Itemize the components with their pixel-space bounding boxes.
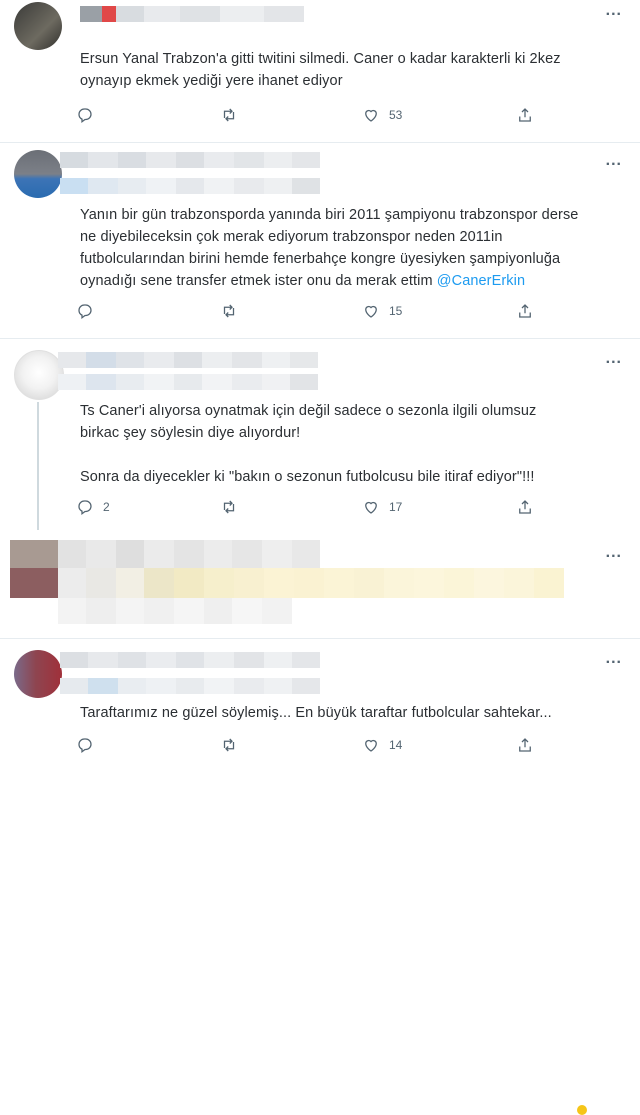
tweet-actions: 15 bbox=[76, 302, 556, 324]
reply-button[interactable]: 2 bbox=[76, 498, 110, 516]
tweet-text-segment: oynadığı sene transfer etmek ister onu d… bbox=[80, 273, 437, 289]
retweet-button[interactable] bbox=[220, 498, 247, 516]
tweet-actions: 14 bbox=[76, 736, 556, 758]
reply-count: 2 bbox=[103, 500, 110, 514]
tweet-text: Taraftarımız ne güzel söylemiş... En büy… bbox=[80, 702, 610, 724]
mention-link[interactable]: @CanerErkin bbox=[437, 273, 525, 289]
redacted-mosaic-row-3 bbox=[58, 598, 292, 624]
share-icon bbox=[519, 304, 531, 318]
share-icon bbox=[519, 500, 531, 514]
avatar[interactable] bbox=[14, 650, 62, 698]
retweet-icon bbox=[223, 500, 235, 514]
reply-icon bbox=[78, 738, 92, 754]
tweet-text-line: oynadığı sene transfer etmek ister onu d… bbox=[80, 270, 610, 292]
reply-icon bbox=[78, 304, 92, 320]
tweet-1[interactable]: ... Ersun Yanal Trabzon'a gitti twitini … bbox=[0, 0, 640, 143]
more-icon[interactable]: ... bbox=[606, 152, 622, 170]
tweet-actions: 2 17 bbox=[76, 498, 556, 520]
avatar[interactable] bbox=[14, 150, 62, 198]
tweet-text: Ersun Yanal Trabzon'a gitti twitini silm… bbox=[80, 48, 610, 92]
more-icon[interactable]: ... bbox=[606, 544, 622, 562]
author-name-blurred[interactable] bbox=[80, 6, 304, 22]
reply-button[interactable] bbox=[76, 106, 103, 124]
like-count: 15 bbox=[389, 304, 403, 318]
more-icon[interactable]: ... bbox=[606, 650, 622, 668]
avatar[interactable] bbox=[14, 350, 64, 400]
tweet-text-line: Yanın bir gün trabzonsporda yanında biri… bbox=[80, 207, 579, 223]
author-handle-blurred[interactable] bbox=[60, 678, 320, 694]
tweet-text: Yanın bir gün trabzonsporda yanında biri… bbox=[80, 204, 610, 292]
like-button[interactable]: 53 bbox=[362, 106, 402, 124]
share-button[interactable] bbox=[516, 302, 534, 320]
tweet-3[interactable]: ... Ts Caner'i alıyorsa oynatmak için de… bbox=[0, 338, 640, 530]
like-icon bbox=[365, 305, 377, 318]
more-icon[interactable]: ... bbox=[606, 350, 622, 368]
share-button[interactable] bbox=[516, 106, 534, 124]
reply-icon bbox=[78, 108, 92, 124]
retweet-button[interactable] bbox=[220, 736, 247, 754]
tweet-2[interactable]: ... Yanın bir gün trabzonsporda yanında … bbox=[0, 142, 640, 339]
like-button[interactable]: 15 bbox=[362, 302, 402, 320]
like-button[interactable]: 14 bbox=[362, 736, 402, 754]
redacted-mosaic-row-1 bbox=[10, 540, 320, 568]
author-name-blurred[interactable] bbox=[60, 652, 320, 668]
like-count: 14 bbox=[389, 738, 403, 752]
like-count: 17 bbox=[389, 500, 403, 514]
avatar[interactable] bbox=[14, 2, 62, 50]
share-button[interactable] bbox=[516, 498, 534, 516]
tweet-text-line: ne diyebileceksin çok merak ediyorum tra… bbox=[80, 229, 503, 245]
tweet-actions: 53 bbox=[76, 106, 556, 128]
tweet-text-line: birkac şey söylesin diye alıyordur! bbox=[80, 425, 301, 441]
share-icon bbox=[519, 108, 531, 122]
share-icon bbox=[519, 738, 531, 752]
like-icon bbox=[365, 739, 377, 752]
tweet-text: Ts Caner'i alıyorsa oynatmak için değil … bbox=[80, 400, 610, 488]
author-name-blurred[interactable] bbox=[58, 352, 318, 368]
tweet-text-line: futbolcularından birini hemde fenerbahçe… bbox=[80, 251, 561, 267]
retweet-icon bbox=[223, 304, 235, 318]
tweet-text-line: oynayıp ekmek yediği yere ihanet ediyor bbox=[80, 73, 343, 89]
retweet-icon bbox=[223, 738, 235, 752]
retweet-button[interactable] bbox=[220, 302, 247, 320]
like-count: 53 bbox=[389, 108, 403, 122]
reply-icon bbox=[78, 500, 92, 516]
tweet-text-line: Sonra da diyecekler ki "bakın o sezonun … bbox=[80, 469, 535, 485]
reply-button[interactable] bbox=[76, 302, 103, 320]
redacted-tweet[interactable]: ... bbox=[0, 530, 640, 1115]
share-button[interactable] bbox=[516, 736, 534, 754]
reply-button[interactable] bbox=[76, 736, 103, 754]
emoji-icon bbox=[577, 1105, 587, 1115]
like-icon bbox=[365, 501, 377, 514]
redacted-mosaic-row-2 bbox=[10, 568, 564, 598]
retweet-icon bbox=[223, 108, 235, 122]
more-icon[interactable]: ... bbox=[606, 2, 622, 20]
tweet-text-line bbox=[80, 444, 610, 466]
author-handle-blurred[interactable] bbox=[58, 374, 318, 390]
author-name-blurred[interactable] bbox=[60, 152, 320, 168]
tweet-text-line: Ersun Yanal Trabzon'a gitti twitini silm… bbox=[80, 51, 561, 67]
retweet-button[interactable] bbox=[220, 106, 247, 124]
tweet-4[interactable]: ... Taraftarımız ne güzel söylemiş... En… bbox=[0, 638, 640, 766]
like-icon bbox=[365, 109, 377, 122]
tweet-text-line: Ts Caner'i alıyorsa oynatmak için değil … bbox=[80, 403, 537, 419]
tweet-text-line: Taraftarımız ne güzel söylemiş... En büy… bbox=[80, 705, 552, 721]
like-button[interactable]: 17 bbox=[362, 498, 402, 516]
author-handle-blurred[interactable] bbox=[60, 178, 320, 194]
thread-line bbox=[37, 402, 39, 530]
